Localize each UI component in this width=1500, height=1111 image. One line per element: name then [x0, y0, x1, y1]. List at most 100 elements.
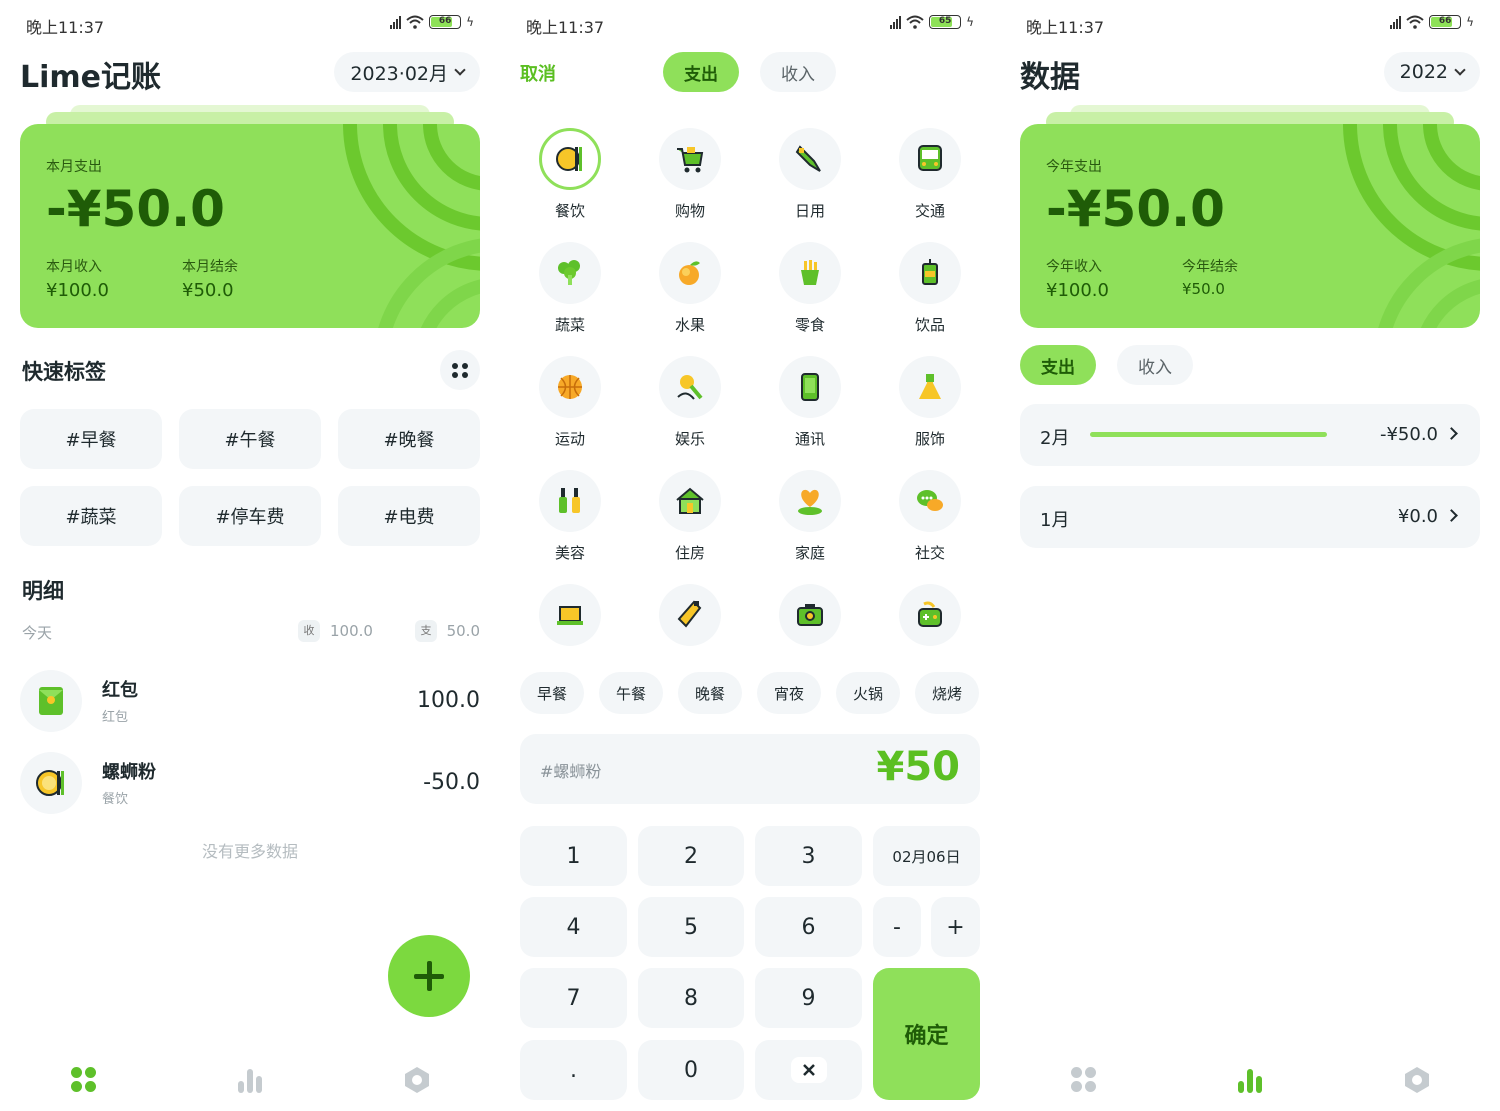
tab-expense[interactable]: 支出	[663, 52, 739, 92]
key-2[interactable]: 2	[638, 826, 744, 886]
charging-icon: ϟ	[466, 15, 474, 29]
category-snacks[interactable]: 零食	[770, 242, 850, 342]
backspace-key[interactable]	[755, 1040, 862, 1100]
category-label: 交通	[914, 202, 945, 220]
category-sports[interactable]: 运动	[530, 356, 610, 456]
note-input[interactable]: #螺蛳粉	[540, 758, 601, 782]
card-decoration-icon	[343, 124, 480, 328]
month-row[interactable]: 1月 ¥0.0	[1020, 486, 1480, 548]
expense-amount: -¥50.0	[1046, 180, 1225, 238]
category-camera[interactable]	[770, 584, 850, 684]
month-picker[interactable]: 2023·02月	[334, 52, 480, 92]
category-daily[interactable]: 日用	[770, 128, 850, 228]
add-record-button[interactable]	[388, 935, 470, 1017]
signal-icon	[1390, 15, 1402, 29]
chevron-right-icon	[1445, 427, 1458, 440]
quick-tag[interactable]: #晚餐	[338, 409, 480, 469]
record-row[interactable]: 红包 红包 100.0	[20, 670, 480, 734]
date-button[interactable]: 02月06日	[873, 826, 980, 886]
tab-home[interactable]	[62, 1058, 106, 1102]
year-picker-value: 2022	[1399, 61, 1448, 83]
quick-tag[interactable]: #早餐	[20, 409, 162, 469]
category-label: 服饰	[914, 430, 945, 448]
bottom-tabbar	[1000, 1058, 1500, 1102]
balance-label: 今年结余	[1182, 259, 1238, 275]
card-decoration-icon	[1343, 124, 1480, 328]
quick-tag[interactable]: #停车费	[179, 486, 321, 546]
key-4[interactable]: 4	[520, 897, 627, 957]
note-amount-field[interactable]: #螺蛳粉 ¥50	[520, 734, 980, 804]
key-6[interactable]: 6	[755, 897, 862, 957]
key-dot[interactable]: .	[520, 1040, 627, 1100]
category-label: 娱乐	[674, 430, 705, 448]
home-grid-icon	[71, 1067, 97, 1093]
year-picker[interactable]: 2022	[1383, 52, 1480, 92]
status-icons: 66 ϟ	[390, 15, 474, 29]
quick-tag[interactable]: 午餐	[599, 672, 663, 714]
key-5[interactable]: 5	[638, 897, 744, 957]
status-bar: 晚上11:37 66 ϟ	[26, 12, 474, 37]
category-fruit[interactable]: 水果	[650, 242, 730, 342]
battery-level: 66	[438, 16, 452, 26]
quick-tag[interactable]: 宵夜	[757, 672, 821, 714]
key-minus[interactable]: -	[873, 897, 921, 957]
cancel-button[interactable]: 取消	[520, 60, 556, 86]
record-row[interactable]: 螺蛳粉 餐饮 -50.0	[20, 752, 480, 816]
battery-icon: 66	[1429, 15, 1462, 29]
edit-tags-button[interactable]	[440, 350, 480, 390]
key-8[interactable]: 8	[638, 968, 744, 1028]
category-label: 社交	[914, 544, 945, 562]
tab-expense[interactable]: 支出	[1020, 345, 1096, 385]
category-label: 通讯	[794, 430, 825, 448]
quick-tag[interactable]: #电费	[338, 486, 480, 546]
category-shopping[interactable]: 购物	[650, 128, 730, 228]
day-income: 100.0	[330, 622, 373, 640]
quick-tag[interactable]: #午餐	[179, 409, 321, 469]
chevron-right-icon	[1445, 509, 1458, 522]
income-label: 今年收入	[1046, 259, 1102, 275]
quick-tag[interactable]: 烧烤	[915, 672, 979, 714]
add-record-screen: 晚上11:37 65 ϟ 取消 支出 收入 餐饮 购物 日用 交通 蔬菜 水果 …	[500, 0, 1000, 1111]
tab-stats[interactable]	[1228, 1058, 1272, 1102]
quick-tag[interactable]: 晚餐	[678, 672, 742, 714]
nail-polish-icon	[539, 470, 601, 532]
category-vegetables[interactable]: 蔬菜	[530, 242, 610, 342]
category-gaming[interactable]	[890, 584, 970, 684]
home-grid-icon	[1071, 1067, 1097, 1093]
confirm-button[interactable]: 确定	[873, 968, 980, 1100]
category-social[interactable]: 社交	[890, 470, 970, 570]
quick-tag[interactable]: 火锅	[836, 672, 900, 714]
category-transport[interactable]: 交通	[890, 128, 970, 228]
tab-income[interactable]: 收入	[760, 52, 836, 92]
category-bottle[interactable]	[650, 584, 730, 684]
tab-settings[interactable]	[1395, 1058, 1439, 1102]
key-7[interactable]: 7	[520, 968, 627, 1028]
category-family[interactable]: 家庭	[770, 470, 850, 570]
tab-income[interactable]: 收入	[1117, 345, 1193, 385]
key-9[interactable]: 9	[755, 968, 862, 1028]
category-housing[interactable]: 住房	[650, 470, 730, 570]
year-summary-card: 今年支出 -¥50.0 今年收入 ¥100.0 今年结余 ¥50.0	[1020, 124, 1480, 328]
tab-home[interactable]	[1062, 1058, 1106, 1102]
category-drinks[interactable]: 饮品	[890, 242, 970, 342]
tab-settings[interactable]	[395, 1058, 439, 1102]
key-plus[interactable]: +	[931, 897, 980, 957]
key-1[interactable]: 1	[520, 826, 627, 886]
month-row[interactable]: 2月 -¥50.0	[1020, 404, 1480, 466]
key-3[interactable]: 3	[755, 826, 862, 886]
category-communication[interactable]: 通讯	[770, 356, 850, 456]
key-0[interactable]: 0	[638, 1040, 744, 1100]
signal-icon	[390, 15, 402, 29]
category-entertainment[interactable]: 娱乐	[650, 356, 730, 456]
wifi-icon	[406, 15, 424, 29]
category-laptop[interactable]	[530, 584, 610, 684]
battery-level: 66	[1438, 16, 1452, 26]
quick-tag[interactable]: 早餐	[520, 672, 584, 714]
category-dining[interactable]: 餐饮	[530, 128, 610, 228]
category-clothing[interactable]: 服饰	[890, 356, 970, 456]
income-amount: ¥100.0	[46, 280, 109, 301]
tab-stats[interactable]	[228, 1058, 272, 1102]
income-badge: 收	[298, 620, 320, 642]
quick-tag[interactable]: #蔬菜	[20, 486, 162, 546]
category-beauty[interactable]: 美容	[530, 470, 610, 570]
